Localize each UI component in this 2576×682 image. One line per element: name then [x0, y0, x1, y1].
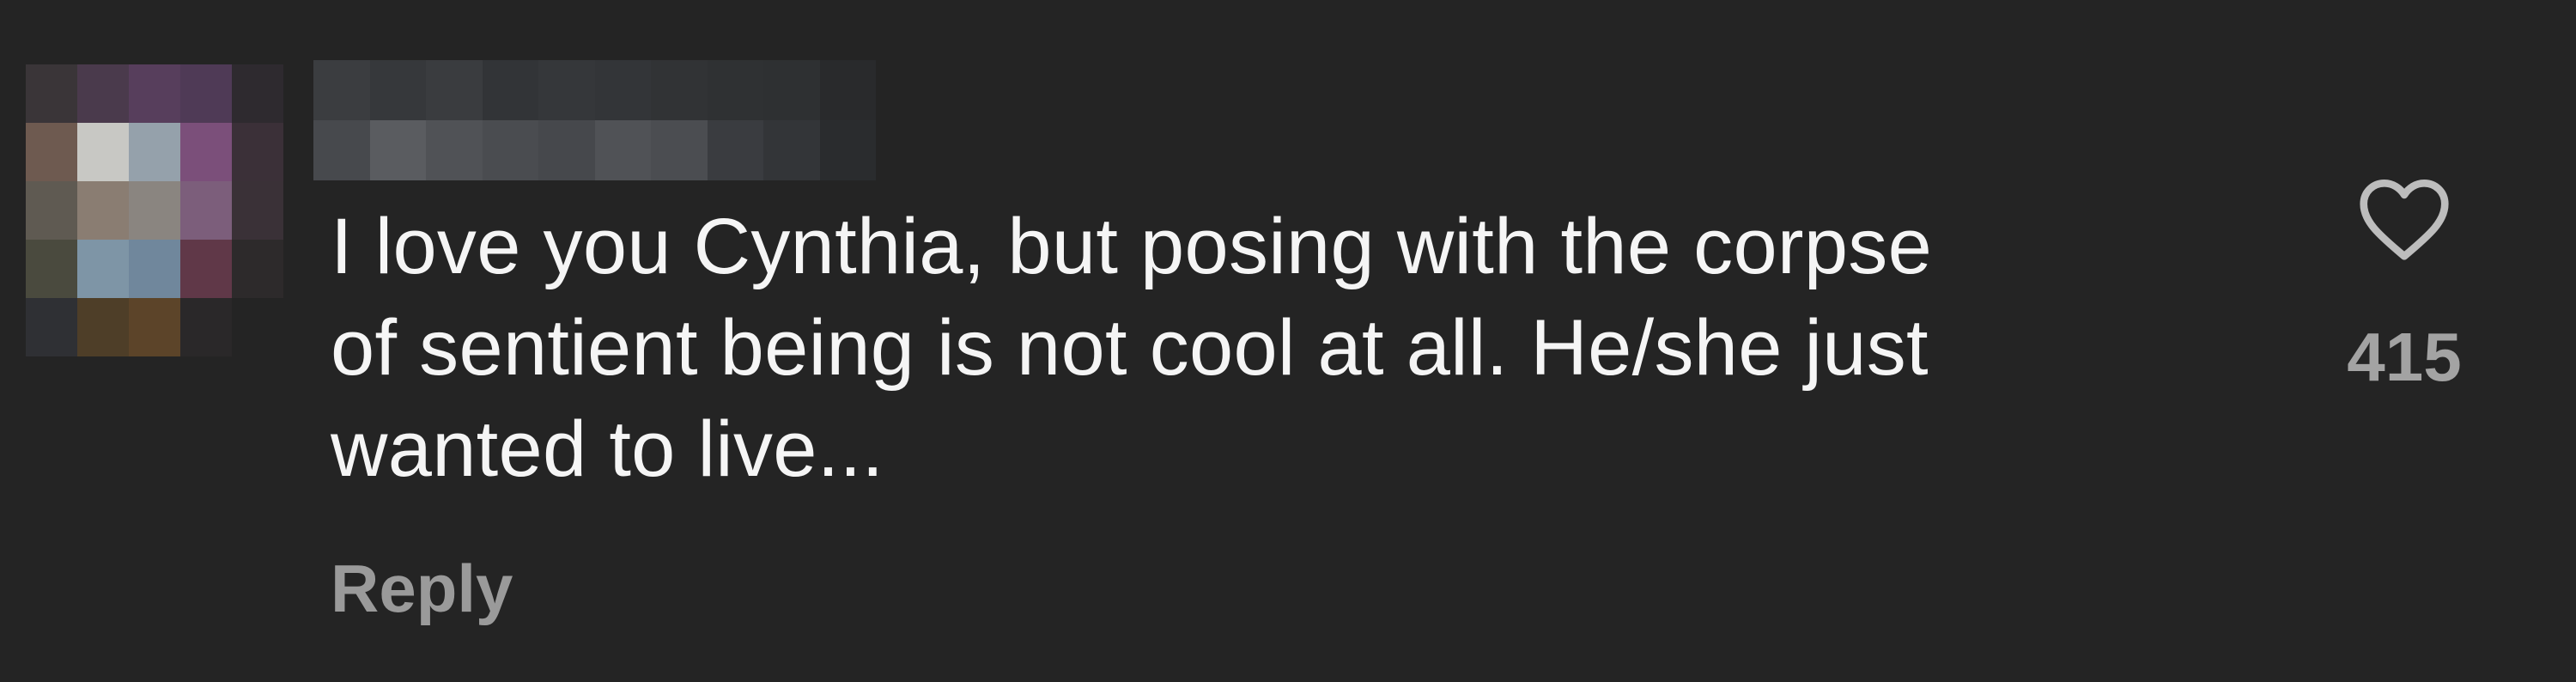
- comment-line: of sentient being is not cool at all. He…: [331, 304, 1929, 392]
- comment-text: I love you Cynthia, but posing with the …: [331, 196, 2220, 500]
- comment-line: I love you Cynthia, but posing with the …: [331, 203, 1933, 290]
- comment-line: wanted to live...: [331, 405, 884, 493]
- like-count: 415: [2347, 319, 2462, 395]
- comment-item: I love you Cynthia, but posing with the …: [0, 0, 2576, 682]
- heart-icon[interactable]: [2356, 177, 2452, 263]
- like-group: 415: [2310, 163, 2499, 421]
- avatar[interactable]: [26, 64, 283, 356]
- username-redacted[interactable]: [313, 60, 876, 180]
- reply-button[interactable]: Reply: [331, 550, 513, 628]
